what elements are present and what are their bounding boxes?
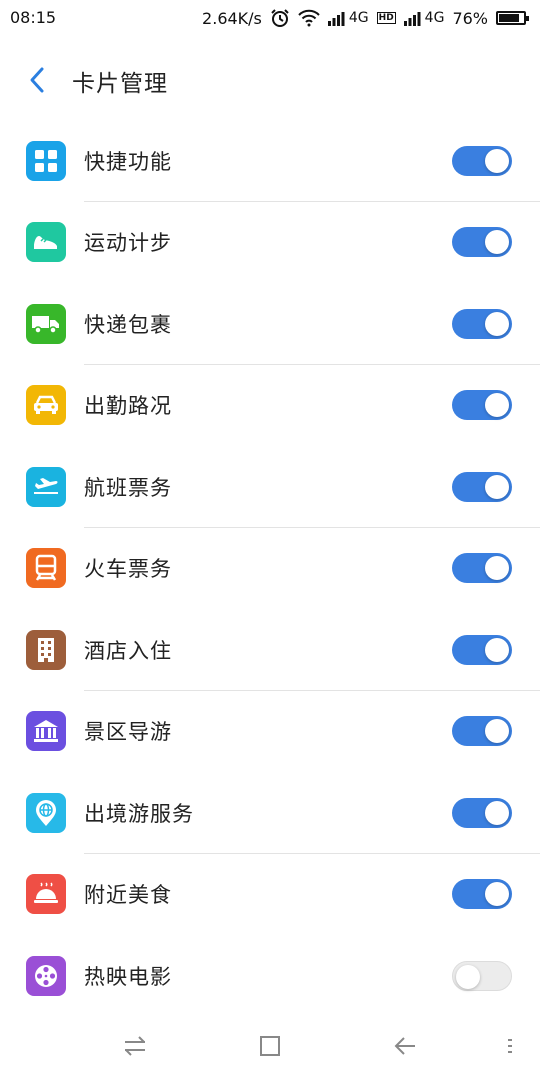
network-type-1: 4G — [348, 10, 369, 26]
plane-icon — [26, 466, 66, 507]
battery-icon — [496, 11, 529, 25]
dish-icon — [26, 874, 66, 915]
back-arrow-icon — [394, 1037, 415, 1055]
chevron-left-icon — [30, 67, 44, 93]
museum-icon — [26, 711, 66, 752]
card-toggle[interactable] — [452, 390, 512, 421]
card-label: 出境游服务 — [84, 801, 194, 826]
grid-icon — [26, 140, 66, 181]
train-icon — [26, 548, 66, 589]
film-reel-icon — [26, 955, 66, 996]
network-type-2: 4G — [424, 10, 445, 26]
truck-icon — [26, 303, 66, 344]
globe-pin-icon — [26, 792, 66, 833]
page-title: 卡片管理 — [72, 71, 168, 97]
status-time: 08:15 — [10, 8, 57, 27]
card-toggle[interactable] — [452, 471, 512, 502]
card-toggle[interactable] — [452, 879, 512, 910]
status-bar: 08:15 2.64K/s 4G HD 4G 76% — [0, 0, 540, 36]
signal-icon: 4G — [327, 10, 369, 26]
battery-percent: 76% — [452, 8, 488, 28]
card-label: 出勤路况 — [84, 394, 172, 419]
card-label: 运动计步 — [84, 231, 172, 256]
card-toggle[interactable] — [452, 227, 512, 258]
switch-button[interactable] — [120, 1031, 150, 1061]
sneaker-icon — [26, 222, 66, 263]
card-toggle[interactable] — [452, 553, 512, 584]
card-row: 快捷功能 — [0, 120, 540, 202]
car-icon — [26, 385, 66, 426]
toggle-knob — [485, 882, 509, 907]
hd-icon: HD — [376, 12, 396, 24]
alarm-icon — [270, 8, 290, 28]
toggle-knob — [485, 637, 509, 662]
toggle-knob — [485, 556, 509, 581]
card-label: 快捷功能 — [84, 149, 172, 174]
toggle-knob — [485, 230, 509, 255]
status-right-group: 2.64K/s 4G HD 4G 76% — [202, 8, 529, 28]
switch-icon — [125, 1036, 145, 1056]
toggle-knob — [485, 148, 509, 173]
navigation-bar — [0, 1015, 540, 1075]
card-label: 热映电影 — [84, 964, 172, 989]
card-label: 附近美食 — [84, 883, 172, 908]
toggle-knob — [456, 964, 480, 989]
card-toggle[interactable] — [452, 634, 512, 665]
home-square-icon — [260, 1036, 280, 1056]
home-button[interactable] — [255, 1031, 285, 1061]
card-row: 附近美食 — [0, 854, 540, 936]
menu-button[interactable] — [495, 1031, 525, 1061]
card-label: 酒店入住 — [84, 638, 172, 663]
signal-icon-2: 4G — [403, 10, 445, 26]
card-label: 快递包裹 — [84, 312, 172, 337]
card-row: 火车票务 — [0, 528, 540, 610]
card-row: 运动计步 — [0, 202, 540, 284]
back-button[interactable] — [22, 62, 52, 98]
card-row: 景区导游 — [0, 691, 540, 773]
toggle-knob — [485, 393, 509, 418]
card-row: 航班票务 — [0, 446, 540, 528]
network-speed: 2.64K/s — [202, 8, 262, 28]
card-label: 航班票务 — [84, 475, 172, 500]
toggle-knob — [485, 800, 509, 825]
battery-fill — [499, 14, 519, 22]
card-list: 快捷功能运动计步快递包裹出勤路况航班票务火车票务酒店入住景区导游出境游服务附近美… — [0, 120, 540, 1017]
toggle-knob — [485, 474, 509, 499]
toggle-knob — [485, 719, 509, 744]
card-label: 景区导游 — [84, 720, 172, 745]
back-nav-button[interactable] — [390, 1031, 420, 1061]
card-toggle[interactable] — [452, 960, 512, 991]
header-bar: 卡片管理 — [0, 52, 540, 108]
card-row: 出境游服务 — [0, 772, 540, 854]
card-toggle[interactable] — [452, 716, 512, 747]
card-toggle[interactable] — [452, 308, 512, 339]
card-label: 火车票务 — [84, 557, 172, 582]
card-row: 出勤路况 — [0, 365, 540, 447]
card-row: 酒店入住 — [0, 609, 540, 691]
toggle-knob — [485, 311, 509, 336]
card-toggle[interactable] — [452, 145, 512, 176]
card-row: 快递包裹 — [0, 283, 540, 365]
card-toggle[interactable] — [452, 797, 512, 828]
menu-dots-icon — [508, 1039, 512, 1053]
building-icon — [26, 629, 66, 670]
card-row: 热映电影 — [0, 935, 540, 1017]
wifi-icon — [298, 9, 320, 27]
